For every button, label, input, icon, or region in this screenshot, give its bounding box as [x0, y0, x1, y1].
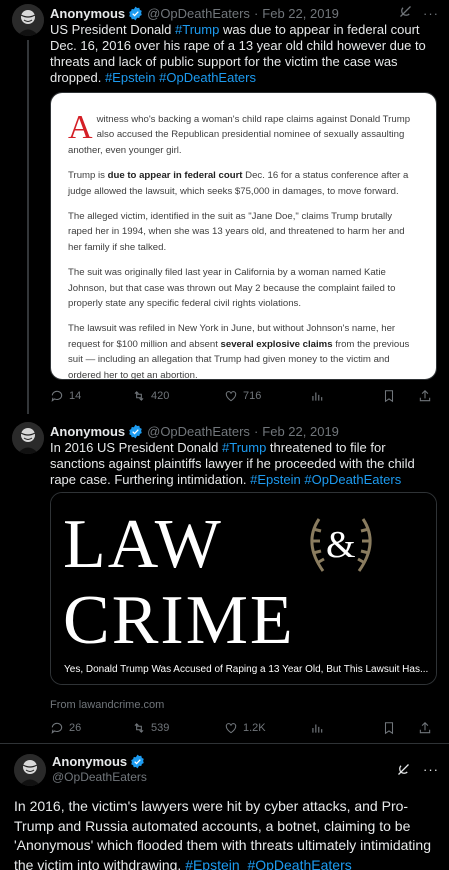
hashtag-opdeatheaters[interactable]: #OpDeathEaters	[304, 472, 401, 487]
views-icon	[312, 392, 323, 401]
views-icon	[312, 724, 323, 733]
like-button[interactable]: 716	[224, 389, 310, 403]
share-button[interactable]	[418, 721, 432, 735]
author-name[interactable]: Anonymous	[52, 754, 127, 769]
hashtag-epstein[interactable]: #Epstein	[250, 472, 301, 487]
author-handle[interactable]: @OpDeathEaters	[147, 424, 250, 439]
retweet-count: 539	[151, 722, 170, 734]
retweet-count: 420	[151, 390, 170, 402]
action-bar: 26 539 1.2K	[50, 720, 437, 736]
verified-badge-icon	[130, 754, 145, 769]
divider	[0, 743, 449, 744]
article-text: Trump is	[68, 170, 108, 182]
article-paragraph: Awitness who's backing a woman's child r…	[68, 109, 418, 158]
retweet-icon	[134, 391, 144, 401]
bookmark-icon	[384, 722, 394, 735]
retweet-button[interactable]: 420	[132, 389, 224, 403]
drop-cap: A	[68, 109, 93, 146]
tweet-3[interactable]: Anonymous @OpDeathEaters ··· In 2016, th…	[0, 750, 449, 870]
tweet-text: US President Donald #Trump was due to ap…	[50, 22, 437, 86]
share-icon	[419, 722, 431, 734]
text-segment: In 2016 US President Donald	[50, 440, 222, 455]
header-actions: ···	[396, 762, 439, 782]
link-card[interactable]: LAW & CRIME Yes, Donald Trump Was Accuse…	[50, 492, 437, 685]
hashtag-epstein[interactable]: #Epstein	[185, 857, 239, 870]
hashtag-epstein[interactable]: #Epstein	[105, 70, 156, 85]
tweet-date[interactable]: Feb 22, 2019	[262, 424, 339, 439]
text-segment: US President Donald	[50, 22, 176, 37]
heart-icon	[225, 723, 237, 734]
views-button[interactable]	[310, 389, 382, 403]
verified-badge-icon	[128, 6, 143, 21]
retweet-icon	[134, 723, 144, 733]
tweet-date[interactable]: Feb 22, 2019	[262, 6, 339, 21]
avatar[interactable]	[14, 754, 46, 786]
tweet-1[interactable]: Anonymous @OpDeathEaters · Feb 22, 2019 …	[0, 0, 449, 414]
author-handle[interactable]: @OpDeathEaters	[52, 770, 147, 784]
bookmark-button[interactable]	[382, 721, 418, 735]
link-card-image: LAW & CRIME Yes, Donald Trump Was Accuse…	[51, 493, 436, 684]
grok-icon[interactable]	[396, 762, 411, 782]
hashtag-trump[interactable]: #Trump	[175, 22, 219, 37]
reply-button[interactable]: 26	[50, 721, 132, 735]
hashtag-opdeatheaters[interactable]: #OpDeathEaters	[247, 857, 351, 870]
hashtag-trump[interactable]: #Trump	[222, 440, 266, 455]
share-button[interactable]	[418, 389, 432, 403]
grok-icon[interactable]	[398, 4, 413, 22]
hashtag-opdeatheaters[interactable]: #OpDeathEaters	[159, 70, 256, 85]
article-paragraph: The alleged victim, identified in the su…	[68, 211, 405, 253]
article-bold-text: due to appear in federal court	[107, 170, 243, 182]
article-paragraph: The lawsuit was refiled in New York in J…	[68, 321, 418, 379]
like-count: 716	[243, 390, 262, 402]
article-screenshot[interactable]: Awitness who's backing a woman's child r…	[50, 92, 437, 380]
author-name[interactable]: Anonymous	[50, 424, 125, 439]
author-name-row: Anonymous	[52, 754, 149, 769]
article-paragraph: Trump is due to appear in federal court …	[68, 168, 418, 199]
heart-icon	[225, 391, 237, 402]
action-bar: 14 420 716	[50, 388, 437, 404]
bookmark-button[interactable]	[382, 389, 418, 403]
article-bold-text: several explosive claims	[220, 338, 333, 350]
reply-icon	[51, 390, 63, 402]
separator-dot: ·	[253, 423, 259, 439]
tweet-text: In 2016 US President Donald #Trump threa…	[50, 440, 437, 488]
avatar[interactable]	[12, 422, 44, 454]
more-options-icon[interactable]: ···	[423, 6, 439, 21]
article-body: Awitness who's backing a woman's child r…	[51, 93, 436, 379]
logo-line-1: LAW	[63, 506, 223, 583]
logo-ampersand: &	[326, 524, 356, 566]
share-icon	[419, 390, 431, 402]
like-button[interactable]: 1.2K	[224, 721, 310, 735]
avatar[interactable]	[12, 4, 44, 36]
like-count: 1.2K	[243, 722, 266, 734]
author-handle[interactable]: @OpDeathEaters	[147, 6, 250, 21]
thread-line	[27, 40, 29, 414]
reply-button[interactable]: 14	[50, 389, 132, 403]
reply-count: 14	[69, 390, 82, 402]
reply-icon	[51, 722, 63, 734]
reply-count: 26	[69, 722, 82, 734]
tweet-text: In 2016, the victim's lawyers were hit b…	[14, 797, 435, 870]
author-name[interactable]: Anonymous	[50, 6, 125, 21]
bookmark-icon	[384, 390, 394, 403]
views-button[interactable]	[310, 721, 382, 735]
more-options-icon[interactable]: ···	[423, 762, 439, 782]
tweet-header: Anonymous @OpDeathEaters · Feb 22, 2019	[50, 422, 439, 440]
article-text: witness who's backing a woman's child ra…	[68, 114, 411, 156]
card-title[interactable]: Yes, Donald Trump Was Accused of Raping …	[59, 661, 434, 678]
verified-badge-icon	[128, 424, 143, 439]
article-paragraph: The suit was originally filed last year …	[68, 267, 396, 310]
separator-dot: ·	[253, 5, 259, 21]
logo-line-2: CRIME	[63, 582, 295, 659]
tweet-2[interactable]: Anonymous @OpDeathEaters · Feb 22, 2019 …	[0, 418, 449, 744]
card-source[interactable]: From lawandcrime.com	[50, 699, 164, 711]
retweet-button[interactable]: 539	[132, 721, 224, 735]
tweet-header: Anonymous @OpDeathEaters · Feb 22, 2019 …	[50, 4, 439, 22]
